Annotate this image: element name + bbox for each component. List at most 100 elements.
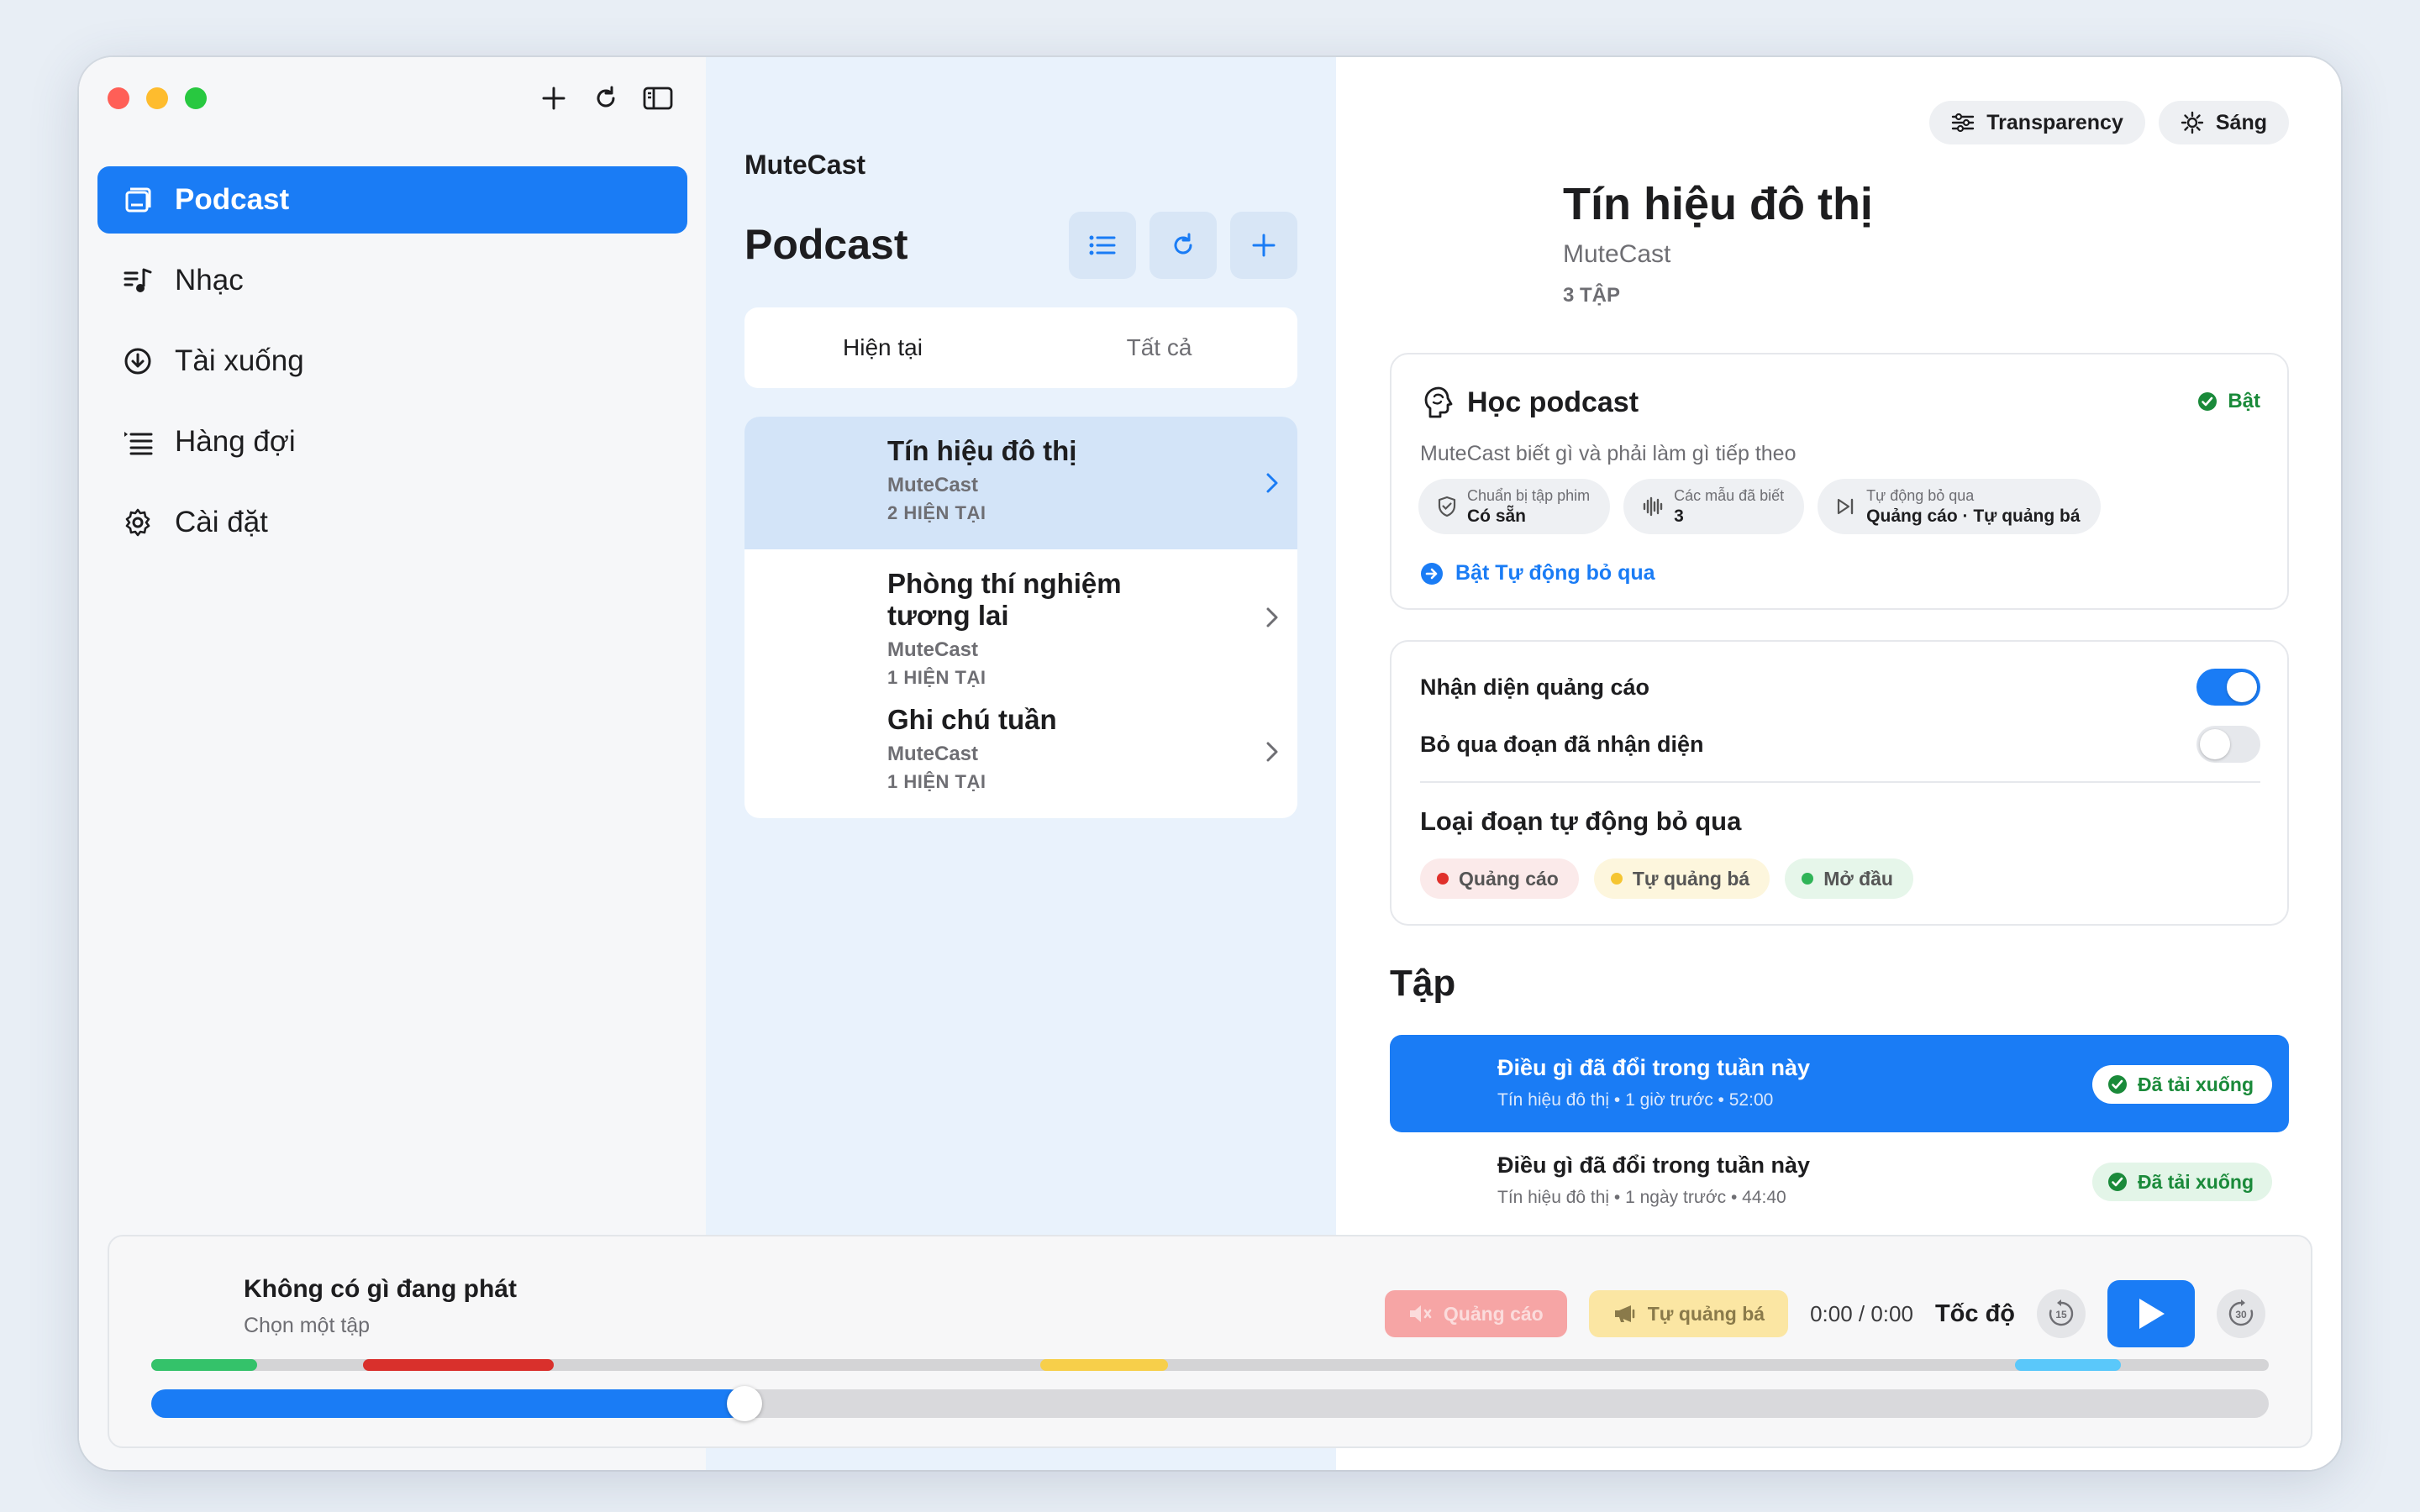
podcast-title: Phòng thí nghiệm tương lai bbox=[887, 568, 1122, 631]
check-circle-icon bbox=[2107, 1173, 2127, 1191]
play-icon bbox=[2139, 1299, 2165, 1329]
sliders-icon bbox=[1952, 113, 1975, 133]
gear-icon bbox=[119, 504, 156, 541]
sidebar-toggle-icon[interactable] bbox=[640, 81, 676, 116]
minimize-window-button[interactable] bbox=[146, 87, 168, 109]
list-actions bbox=[1069, 212, 1297, 279]
brain-icon bbox=[1424, 386, 1453, 418]
forward-30-button[interactable]: 30 bbox=[2217, 1289, 2265, 1338]
zoom-window-button[interactable] bbox=[185, 87, 207, 109]
progress-fill bbox=[151, 1389, 744, 1418]
episode-row[interactable]: Điều gì đã đổi trong tuần này Tín hiệu đ… bbox=[1390, 1132, 2289, 1230]
waveform-icon bbox=[1643, 496, 1663, 517]
progress-slider[interactable] bbox=[151, 1386, 2269, 1421]
podcast-author: MuteCast bbox=[887, 743, 979, 765]
check-circle-icon bbox=[2198, 392, 2217, 411]
red-dot-icon bbox=[1437, 873, 1449, 885]
segment-marker bbox=[151, 1359, 257, 1371]
speed-button[interactable]: Tốc độ bbox=[1935, 1300, 2015, 1328]
detect-ads-toggle[interactable] bbox=[2196, 669, 2260, 706]
sidebar-item-settings[interactable]: Cài đặt bbox=[97, 489, 687, 556]
podcast-count: 1 HIỆN TẠI bbox=[887, 771, 986, 792]
podcast-row[interactable]: Phòng thí nghiệm tương lai MuteCast 1 HI… bbox=[744, 549, 1297, 688]
podcast-title: Tín hiệu đô thị bbox=[887, 435, 1077, 466]
svg-text:30: 30 bbox=[2235, 1309, 2247, 1320]
chevron-right-icon bbox=[1266, 607, 1278, 627]
category-ads-chip[interactable]: Quảng cáo bbox=[1420, 858, 1579, 899]
sidebar-item-label: Nhạc bbox=[175, 264, 244, 297]
arrow-right-circle-icon bbox=[1421, 562, 1443, 585]
episode-row[interactable]: Điều gì đã đổi trong tuần này Tín hiệu đ… bbox=[1390, 1035, 2289, 1132]
segment-marker bbox=[363, 1359, 554, 1371]
theme-label: Sáng bbox=[2215, 110, 2267, 134]
downloaded-badge: Đã tải xuống bbox=[2091, 1065, 2272, 1104]
playback-time: 0:00 / 0:00 bbox=[1810, 1300, 1913, 1326]
category-intro-chip[interactable]: Mở đầu bbox=[1785, 858, 1913, 899]
learn-status: Bật bbox=[2197, 390, 2260, 413]
podcast-row[interactable]: Ghi chú tuần MuteCast 1 HIỆN TẠI bbox=[744, 685, 1297, 818]
divider bbox=[1420, 781, 2260, 783]
play-button[interactable] bbox=[2107, 1280, 2195, 1347]
detect-ads-row: Nhận diện quảng cáo bbox=[1420, 669, 2260, 706]
music-icon bbox=[119, 262, 156, 299]
skip-forward-icon bbox=[1838, 498, 1854, 515]
sun-icon bbox=[2181, 111, 2204, 134]
filter-segmented-control: Hiện tại Tất cả bbox=[744, 307, 1297, 388]
segment-marker bbox=[2014, 1359, 2121, 1371]
podcast-author: MuteCast bbox=[887, 638, 979, 661]
refresh-icon bbox=[1174, 233, 1192, 255]
podcast-title: Ghi chú tuần bbox=[887, 704, 1057, 735]
sidebar-item-label: Cài đặt bbox=[175, 506, 268, 538]
shield-check-icon bbox=[1438, 496, 1456, 517]
podcast-count: 2 HIỆN TẠI bbox=[887, 502, 986, 523]
podcast-row[interactable]: Tín hiệu đô thị MuteCast 2 HIỆN TẠI bbox=[744, 417, 1297, 549]
now-playing-bar: Không có gì đang phát Chọn một tập Quảng… bbox=[108, 1235, 2312, 1448]
skip-ad-button[interactable]: Quảng cáo bbox=[1384, 1290, 1567, 1337]
sidebar-toolbar bbox=[536, 81, 676, 116]
progress-knob[interactable] bbox=[726, 1386, 762, 1421]
sidebar-item-downloads[interactable]: Tài xuống bbox=[97, 328, 687, 395]
megaphone-icon bbox=[1614, 1305, 1635, 1322]
skip-promo-button[interactable]: Tự quảng bá bbox=[1588, 1290, 1789, 1337]
app-name: MuteCast bbox=[744, 150, 866, 180]
learn-podcast-card: Học podcast Bật MuteCast biết gì và phải… bbox=[1390, 353, 2289, 610]
segment-timeline bbox=[151, 1359, 2269, 1371]
rewind-15-button[interactable]: 15 bbox=[2037, 1289, 2086, 1338]
check-circle-icon bbox=[2107, 1075, 2127, 1094]
sidebar-item-queue[interactable]: Hàng đợi bbox=[97, 408, 687, 475]
enable-auto-skip-link[interactable]: Bật Tự động bỏ qua bbox=[1420, 561, 1655, 585]
detect-ads-label: Nhận diện quảng cáo bbox=[1420, 674, 1650, 700]
chevron-right-icon bbox=[1266, 742, 1278, 762]
episodes-heading: Tập bbox=[1390, 963, 1456, 1004]
sidebar-item-podcast[interactable]: Podcast bbox=[97, 166, 687, 234]
refresh-icon[interactable] bbox=[588, 81, 623, 116]
window-controls bbox=[108, 87, 207, 109]
svg-text:15: 15 bbox=[2055, 1309, 2067, 1320]
sidebar-item-label: Tài xuống bbox=[175, 344, 304, 377]
episode-meta: Tín hiệu đô thị • 1 giờ trước • 52:00 bbox=[1497, 1090, 1774, 1110]
sidebar-item-music[interactable]: Nhạc bbox=[97, 247, 687, 314]
refresh-button[interactable] bbox=[1150, 212, 1217, 279]
list-view-button[interactable] bbox=[1069, 212, 1136, 279]
podcast-icon bbox=[119, 181, 156, 218]
add-icon[interactable] bbox=[536, 81, 571, 116]
categories-title: Loại đoạn tự động bỏ qua bbox=[1420, 806, 1742, 836]
skip-settings-card: Nhận diện quảng cáo Bỏ qua đoạn đã nhận … bbox=[1390, 640, 2289, 926]
theme-button[interactable]: Sáng bbox=[2158, 101, 2289, 144]
podcast-author: MuteCast bbox=[887, 474, 979, 496]
rewind-15-icon: 15 bbox=[2049, 1299, 2074, 1326]
tab-all[interactable]: Tất cả bbox=[1021, 307, 1297, 388]
player-controls: Quảng cáo Tự quảng bá 0:00 / 0:00 Tốc độ… bbox=[1384, 1280, 2265, 1347]
speaker-muted-icon bbox=[1409, 1305, 1432, 1322]
close-window-button[interactable] bbox=[108, 87, 129, 109]
podcast-list: Tín hiệu đô thị MuteCast 2 HIỆN TẠI Phòn… bbox=[744, 417, 1297, 818]
learn-description: MuteCast biết gì và phải làm gì tiếp the… bbox=[1420, 442, 1797, 465]
tab-current[interactable]: Hiện tại bbox=[744, 307, 1021, 388]
green-dot-icon bbox=[1802, 873, 1814, 885]
category-promo-chip[interactable]: Tự quảng bá bbox=[1593, 858, 1770, 899]
transparency-button[interactable]: Transparency bbox=[1929, 101, 2145, 144]
add-podcast-button[interactable] bbox=[1230, 212, 1297, 279]
skip-detected-toggle[interactable] bbox=[2196, 726, 2260, 763]
detail-toolbar: Transparency Sáng bbox=[1929, 101, 2289, 144]
episode-title: Điều gì đã đổi trong tuần này bbox=[1497, 1055, 1811, 1080]
